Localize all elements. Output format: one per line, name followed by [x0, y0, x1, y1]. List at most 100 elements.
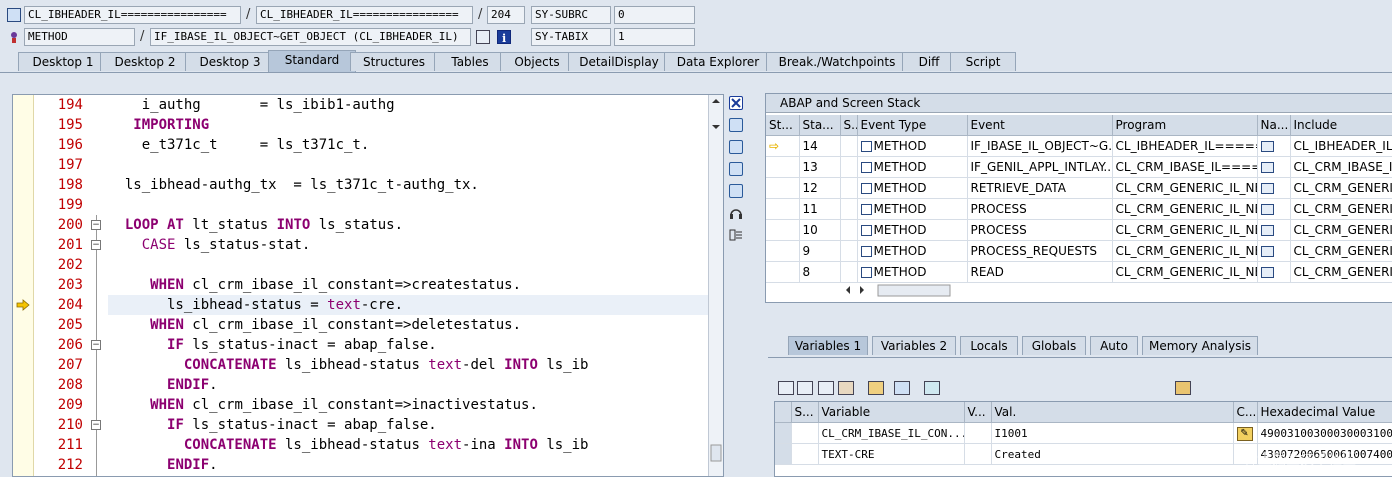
stack-row[interactable]: 10 METHOD PROCESSCL_CRM_GENERIC_IL_NE... CL… [766, 219, 1392, 241]
navigate-source-icon[interactable] [1260, 183, 1274, 194]
stack-row[interactable]: 8 METHOD READCL_CRM_GENERIC_IL_NE... CL_CRM… [766, 261, 1392, 283]
code-line[interactable]: e_t371c_t = ls_t371c_t. [108, 135, 708, 155]
tab-variables-2[interactable]: Variables 2 [872, 336, 956, 355]
swap-icon[interactable] [729, 184, 743, 198]
var-cell-value[interactable]: Created [991, 443, 1234, 465]
tree-icon[interactable] [868, 381, 884, 395]
code-line[interactable]: ls_ibhead-status = text-cre. [108, 295, 708, 315]
code-line[interactable]: CONCATENATE ls_ibhead-status text-ina IN… [108, 435, 708, 455]
stack-row[interactable]: 11 METHOD PROCESSCL_CRM_GENERIC_IL_NE... CL… [766, 198, 1392, 220]
col-status[interactable]: St... [766, 115, 800, 136]
col-status[interactable]: S... [791, 402, 819, 423]
stack-row[interactable]: ⇨ 14 METHOD IF_IBASE_IL_OBJECT~G... CL_IBHEA… [766, 135, 1392, 157]
var-cell-name[interactable]: TEXT-CRE [818, 443, 965, 465]
var-cell-value[interactable]: I1001 [991, 422, 1234, 444]
navigate-source-icon[interactable] [1260, 225, 1274, 236]
source-code-editor[interactable]: 194 i_authg = ls_ibib1-authg 195 IMPORTIN… [12, 94, 724, 477]
tab-breakpoints[interactable]: Break./Watchpoints [766, 52, 908, 71]
info-icon[interactable]: i [497, 30, 511, 45]
stack-cell-nav[interactable] [1257, 156, 1291, 178]
close-tool-icon[interactable] [729, 96, 743, 110]
navigate-source-icon[interactable] [1260, 204, 1274, 215]
navigate-source-icon[interactable] [1260, 141, 1274, 152]
display-object-icon[interactable] [7, 8, 21, 22]
code-line[interactable]: LOOP AT lt_status INTO ls_status. [108, 215, 708, 235]
code-line[interactable]: IMPORTING [108, 115, 708, 135]
navigate-icon[interactable] [894, 381, 910, 395]
row-selector[interactable] [775, 422, 792, 444]
col-change[interactable]: C... [1233, 402, 1258, 423]
variable-row[interactable]: CL_CRM_IBASE_IL_CON... I1001 ✎ 490031003000… [775, 422, 1392, 444]
new-tool-icon[interactable] [729, 118, 743, 132]
tab-memory-analysis[interactable]: Memory Analysis [1142, 336, 1258, 355]
tab-objects[interactable]: Objects [500, 52, 574, 71]
display-icon[interactable] [924, 381, 940, 395]
tab-data-explorer[interactable]: Data Explorer [664, 52, 772, 71]
code-line[interactable]: CASE ls_status-stat. [108, 235, 708, 255]
row-selector[interactable] [775, 443, 792, 465]
hex-display-icon[interactable] [476, 30, 490, 44]
var-cell-name[interactable]: CL_CRM_IBASE_IL_CON... [818, 422, 965, 444]
navigate-source-icon[interactable] [1260, 162, 1274, 173]
col-hex[interactable]: Hexadecimal Value [1257, 402, 1392, 423]
tab-desktop-1[interactable]: Desktop 1 [18, 52, 108, 71]
col-variable[interactable]: Variable [818, 402, 965, 423]
col-event-type[interactable]: Event Type [857, 115, 968, 136]
tab-structures[interactable]: Structures [350, 52, 438, 71]
stack-cell-nav[interactable] [1257, 261, 1291, 283]
code-line[interactable]: ls_ibhead-authg_tx = ls_t371c_t-authg_tx… [108, 175, 708, 195]
code-line[interactable]: CONCATENATE ls_ibhead-status text-del IN… [108, 355, 708, 375]
tab-auto[interactable]: Auto [1090, 336, 1138, 355]
navigate-source-icon[interactable] [1260, 246, 1274, 257]
delete-icon[interactable] [778, 381, 794, 395]
code-line[interactable]: ENDIF. [108, 375, 708, 395]
fold-toggle-icon[interactable]: − [91, 220, 101, 230]
col-event[interactable]: Event [967, 115, 1113, 136]
col-navigate[interactable]: Na... [1257, 115, 1291, 136]
fold-toggle-icon[interactable]: − [91, 420, 101, 430]
stack-cell-nav[interactable] [1257, 240, 1291, 262]
maximize-icon[interactable] [729, 162, 743, 176]
stack-cell-nav[interactable] [1257, 198, 1291, 220]
tab-desktop-2[interactable]: Desktop 2 [100, 52, 190, 71]
breakpoint-gutter[interactable] [13, 95, 34, 476]
save-icon[interactable] [1175, 381, 1191, 395]
col-v[interactable]: V... [964, 402, 992, 423]
edit-pencil-icon[interactable]: ✎ [1236, 427, 1253, 441]
export-icon[interactable] [838, 381, 854, 395]
code-line[interactable]: IF ls_status-inact = abap_false. [108, 415, 708, 435]
tab-desktop-3[interactable]: Desktop 3 [185, 52, 275, 71]
editor-scrollbar[interactable] [708, 95, 723, 476]
tab-script[interactable]: Script [950, 52, 1016, 71]
headset-icon[interactable] [729, 206, 743, 220]
col-level[interactable]: Sta... [799, 115, 841, 136]
stack-cell-nav[interactable] [1257, 219, 1291, 241]
stack-cell-nav[interactable] [1257, 177, 1291, 199]
tab-detaildisplay[interactable]: DetailDisplay [568, 52, 670, 71]
fold-toggle-icon[interactable]: − [91, 340, 101, 350]
tab-locals[interactable]: Locals [960, 336, 1018, 355]
tab-tables[interactable]: Tables [434, 52, 506, 71]
tab-diff[interactable]: Diff [902, 52, 956, 71]
col-program[interactable]: Program [1112, 115, 1258, 136]
stack-row[interactable]: 13 METHOD IF_GENIL_APPL_INTLAY... CL_CRM_IB… [766, 156, 1392, 178]
stack-row[interactable]: 9 METHOD PROCESS_REQUESTS CL_CRM_GENERIC_IL… [766, 240, 1392, 262]
tab-globals[interactable]: Globals [1022, 336, 1086, 355]
save-variant-icon[interactable] [797, 381, 813, 395]
col-include[interactable]: Include [1290, 115, 1392, 136]
replace-tool-icon[interactable] [729, 140, 743, 154]
var-cell-change[interactable]: ✎ [1233, 422, 1258, 444]
fold-toggle-icon[interactable]: − [91, 240, 101, 250]
code-line[interactable]: ENDIF. [108, 455, 708, 475]
load-variant-icon[interactable] [818, 381, 834, 395]
code-line[interactable]: WHEN cl_crm_ibase_il_constant=>createsta… [108, 275, 708, 295]
code-line[interactable]: WHEN cl_crm_ibase_il_constant=>inactives… [108, 395, 708, 415]
stack-hscroll[interactable] [844, 283, 964, 297]
stack-cell-nav[interactable] [1257, 135, 1291, 157]
tab-variables-1[interactable]: Variables 1 [788, 336, 868, 355]
tab-standard[interactable]: Standard [268, 50, 356, 72]
col-s[interactable]: S... [840, 115, 858, 136]
code-line[interactable]: i_authg = ls_ibib1-authg [108, 95, 708, 115]
col-row-select[interactable] [775, 402, 792, 423]
code-line[interactable]: WHEN cl_crm_ibase_il_constant=>deletesta… [108, 315, 708, 335]
